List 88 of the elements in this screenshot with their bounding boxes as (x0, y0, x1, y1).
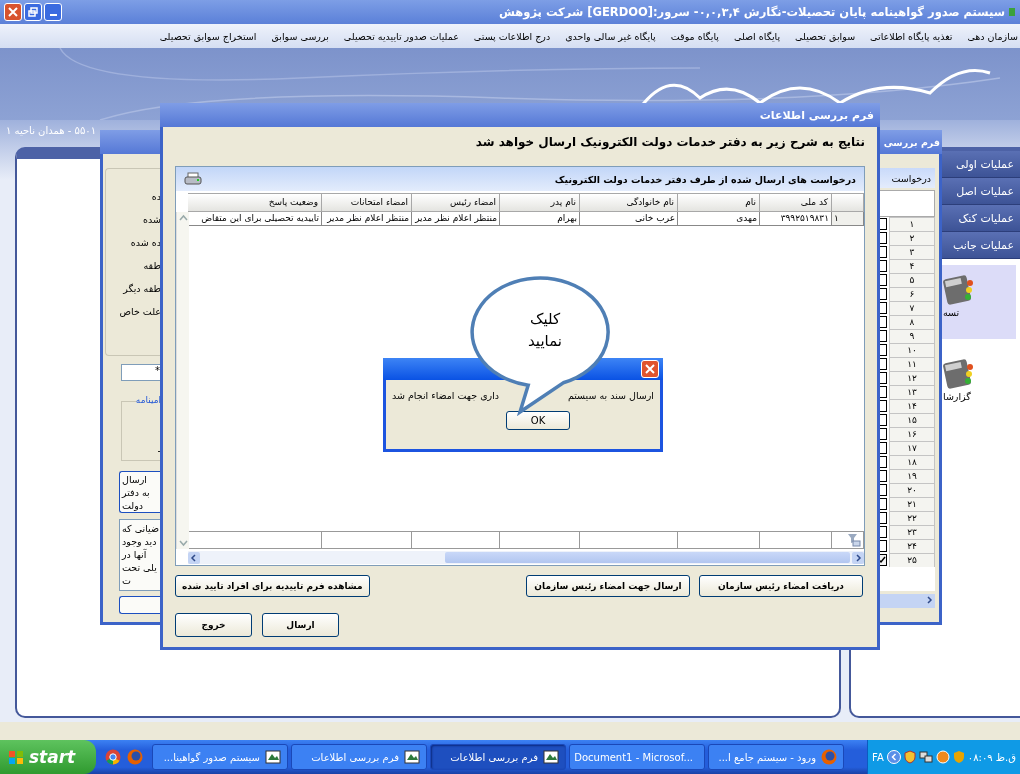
column-header[interactable]: نام پدر (500, 193, 580, 212)
table-cell: عرب خانی (580, 212, 678, 226)
shield-icon[interactable] (903, 750, 916, 764)
menu-item[interactable]: سازمان دهی (967, 30, 1018, 42)
table-cell: منتظر اعلام نظر مدیر (412, 212, 500, 226)
action-button[interactable]: دریافت امضاء رئیس سازمان (699, 575, 863, 597)
close-button[interactable] (641, 360, 659, 378)
menu-item[interactable]: پایگاه غیر سالی واحدی (565, 30, 656, 42)
send-button[interactable]: ارسال به دفتر دولت (119, 471, 161, 513)
menu-item[interactable]: سوابق تحصیلی (795, 30, 856, 42)
menu-item[interactable]: بررسی سوابق (271, 30, 329, 42)
field-label: طقه دیگر (123, 283, 161, 296)
firefox-icon (821, 749, 837, 765)
taskbar-button[interactable]: سیستم صدور گواهینا... (152, 744, 288, 770)
row-number: ۱ (832, 212, 864, 226)
minimize-button[interactable] (44, 3, 62, 21)
shortcut-tile[interactable]: گزارشا (939, 349, 1016, 423)
close-button[interactable] (4, 3, 22, 21)
app-icon (404, 750, 420, 764)
column-header[interactable]: نام (678, 193, 760, 212)
app-icon (265, 750, 281, 764)
minimize-icon (49, 14, 57, 16)
column-header (832, 193, 864, 212)
table-caption: درخواست های ارسال شده از طرف دفتر خدمات دولت الکترونیک (554, 173, 856, 185)
restore-button[interactable] (24, 3, 42, 21)
column-header[interactable]: وضعیت پاسخ (188, 193, 322, 212)
table-cell: بهرام (500, 212, 580, 226)
message-text: ارسال سند به سیستم (567, 390, 654, 401)
footer-button[interactable]: خروج (175, 613, 252, 637)
group-title: امینامه (135, 395, 161, 405)
field-label: شده (143, 214, 161, 227)
column-header[interactable]: کد ملی (760, 193, 832, 212)
menu-item[interactable]: استخراج سوابق تحصیلی (159, 30, 257, 42)
shortcut-tile[interactable]: تسه (939, 265, 1016, 339)
close-icon (8, 7, 18, 17)
field-label: ده (151, 191, 161, 204)
taskbar-button[interactable]: ورود - سیستم جامع ا... (708, 744, 844, 770)
list-header: درخواست (877, 168, 935, 188)
menu-item[interactable]: پایگاه موقت (670, 30, 719, 42)
app-icon (543, 750, 559, 764)
note-text: ضیانی که دید وجود آنها در یلی تحت ت (119, 519, 161, 591)
view-form-button[interactable]: مشاهده فرم تاییدیه برای افراد تایید شده (175, 575, 370, 597)
field-label: ده شده (130, 237, 161, 250)
clock: ق.ظ ۰۸:۰۹ (967, 751, 1016, 763)
windows-logo-icon (8, 749, 24, 765)
callout-text: کلیک (529, 310, 561, 328)
table-cell: منتظر اعلام نظر مدیر (322, 212, 412, 226)
scrollbar-thumb[interactable] (445, 552, 850, 563)
close-icon (645, 364, 655, 374)
ok-button[interactable]: OK (506, 411, 570, 430)
dialog-title: فرم بررسی اطلاعات (759, 108, 874, 122)
field-label: علت خاص (119, 306, 161, 319)
group-text: - (157, 445, 161, 456)
app-icon (1008, 7, 1016, 17)
network-icon[interactable] (918, 750, 933, 764)
message-text: داری جهت امضاء انجام شد (392, 390, 500, 401)
table-cell: ۳۹۹۲۵۱۹۸۳۱ (760, 212, 832, 226)
table-cell: مهدی (678, 212, 760, 226)
button[interactable] (119, 596, 161, 614)
restore-icon (28, 7, 38, 17)
menu-item[interactable]: عملیات صدور تاییدیه تحصیلی (343, 30, 459, 42)
footer-button[interactable]: ارسال (262, 613, 339, 637)
taskbar-button[interactable]: فرم بررسی اطلاعات (291, 744, 427, 770)
field-label: طقه (143, 260, 161, 273)
menu-item[interactable]: تغذیه پایگاه اطلاعاتی (870, 30, 953, 42)
menu-item[interactable]: پایگاه اصلی (733, 30, 781, 42)
callout-text: نمایید (528, 332, 562, 350)
status-text: ۵۵۰۱ - همدان ناحیه ۱ (6, 125, 96, 138)
table-cell: تاییدیه تحصیلی برای این متقاض (189, 212, 322, 226)
shortcut-label: گزارشا (943, 391, 971, 402)
chevron-icon[interactable] (886, 750, 901, 764)
input-field[interactable]: * (121, 364, 161, 381)
chrome-icon[interactable] (105, 749, 121, 765)
app-icon[interactable] (935, 750, 950, 764)
column-header[interactable]: امضاء امتحانات (322, 193, 412, 212)
column-header[interactable]: نام خانوادگی (580, 193, 678, 212)
action-button[interactable]: ارسال جهت امضاء رئیس سازمان (526, 575, 690, 597)
window-title: سیستم صدور گواهینامه پایان تحصیلات-نگارش ۰,۰,۳,۴- سرور:[GERDOO] شرکت پژوهش (499, 5, 1005, 19)
dialog-title: فرم بررسی (883, 136, 940, 148)
column-header[interactable]: امضاء رئیس (412, 193, 500, 212)
printer-icon[interactable] (184, 172, 202, 186)
taskbar-button[interactable]: فرم بررسی اطلاعات (430, 744, 566, 770)
shortcut-label: تسه (943, 307, 960, 318)
horizontal-scrollbar[interactable] (877, 594, 935, 608)
taskbar-button[interactable]: Document1 - Microsof... (569, 744, 705, 770)
horizontal-scrollbar[interactable] (188, 551, 864, 564)
heading: نتایج به شرح زیر به دفتر خدمات دولت الکترونیک ارسال خواهد شد (474, 135, 865, 152)
menu-item[interactable]: درج اطلاعات پستی (473, 30, 551, 42)
